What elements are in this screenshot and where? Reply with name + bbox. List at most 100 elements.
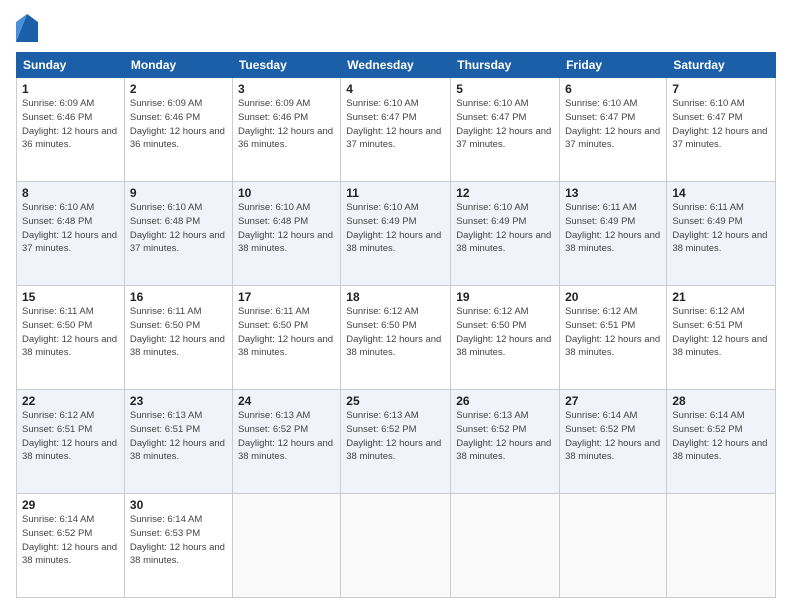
- day-info: Sunrise: 6:12 AMSunset: 6:51 PMDaylight:…: [565, 305, 661, 360]
- header-wednesday: Wednesday: [341, 53, 451, 78]
- day-cell: [232, 494, 340, 598]
- header-sunday: Sunday: [17, 53, 125, 78]
- day-cell: 6Sunrise: 6:10 AMSunset: 6:47 PMDaylight…: [560, 78, 667, 182]
- day-info: Sunrise: 6:14 AMSunset: 6:53 PMDaylight:…: [130, 513, 227, 568]
- day-cell: 29Sunrise: 6:14 AMSunset: 6:52 PMDayligh…: [17, 494, 125, 598]
- day-cell: [451, 494, 560, 598]
- day-number: 17: [238, 290, 335, 304]
- day-cell: 15Sunrise: 6:11 AMSunset: 6:50 PMDayligh…: [17, 286, 125, 390]
- day-info: Sunrise: 6:09 AMSunset: 6:46 PMDaylight:…: [130, 97, 227, 152]
- day-info: Sunrise: 6:11 AMSunset: 6:50 PMDaylight:…: [22, 305, 119, 360]
- day-cell: 8Sunrise: 6:10 AMSunset: 6:48 PMDaylight…: [17, 182, 125, 286]
- day-cell: [341, 494, 451, 598]
- day-info: Sunrise: 6:10 AMSunset: 6:47 PMDaylight:…: [565, 97, 661, 152]
- day-cell: 4Sunrise: 6:10 AMSunset: 6:47 PMDaylight…: [341, 78, 451, 182]
- day-cell: 24Sunrise: 6:13 AMSunset: 6:52 PMDayligh…: [232, 390, 340, 494]
- day-number: 21: [672, 290, 770, 304]
- week-row-4: 22Sunrise: 6:12 AMSunset: 6:51 PMDayligh…: [17, 390, 776, 494]
- day-number: 24: [238, 394, 335, 408]
- day-number: 7: [672, 82, 770, 96]
- day-number: 10: [238, 186, 335, 200]
- day-cell: 18Sunrise: 6:12 AMSunset: 6:50 PMDayligh…: [341, 286, 451, 390]
- day-cell: 3Sunrise: 6:09 AMSunset: 6:46 PMDaylight…: [232, 78, 340, 182]
- day-cell: 25Sunrise: 6:13 AMSunset: 6:52 PMDayligh…: [341, 390, 451, 494]
- day-cell: 9Sunrise: 6:10 AMSunset: 6:48 PMDaylight…: [124, 182, 232, 286]
- day-number: 16: [130, 290, 227, 304]
- header-tuesday: Tuesday: [232, 53, 340, 78]
- day-cell: 16Sunrise: 6:11 AMSunset: 6:50 PMDayligh…: [124, 286, 232, 390]
- day-info: Sunrise: 6:12 AMSunset: 6:50 PMDaylight:…: [456, 305, 554, 360]
- day-cell: 12Sunrise: 6:10 AMSunset: 6:49 PMDayligh…: [451, 182, 560, 286]
- day-info: Sunrise: 6:10 AMSunset: 6:49 PMDaylight:…: [346, 201, 445, 256]
- header: [16, 14, 776, 42]
- day-cell: [667, 494, 776, 598]
- day-number: 20: [565, 290, 661, 304]
- day-number: 6: [565, 82, 661, 96]
- day-number: 22: [22, 394, 119, 408]
- day-cell: 27Sunrise: 6:14 AMSunset: 6:52 PMDayligh…: [560, 390, 667, 494]
- day-info: Sunrise: 6:13 AMSunset: 6:52 PMDaylight:…: [346, 409, 445, 464]
- week-row-2: 8Sunrise: 6:10 AMSunset: 6:48 PMDaylight…: [17, 182, 776, 286]
- day-number: 2: [130, 82, 227, 96]
- day-info: Sunrise: 6:12 AMSunset: 6:50 PMDaylight:…: [346, 305, 445, 360]
- day-number: 9: [130, 186, 227, 200]
- day-info: Sunrise: 6:10 AMSunset: 6:48 PMDaylight:…: [238, 201, 335, 256]
- day-number: 5: [456, 82, 554, 96]
- day-info: Sunrise: 6:10 AMSunset: 6:47 PMDaylight:…: [456, 97, 554, 152]
- day-info: Sunrise: 6:09 AMSunset: 6:46 PMDaylight:…: [22, 97, 119, 152]
- day-cell: 28Sunrise: 6:14 AMSunset: 6:52 PMDayligh…: [667, 390, 776, 494]
- day-cell: 5Sunrise: 6:10 AMSunset: 6:47 PMDaylight…: [451, 78, 560, 182]
- day-number: 30: [130, 498, 227, 512]
- day-info: Sunrise: 6:10 AMSunset: 6:47 PMDaylight:…: [346, 97, 445, 152]
- header-monday: Monday: [124, 53, 232, 78]
- day-info: Sunrise: 6:14 AMSunset: 6:52 PMDaylight:…: [565, 409, 661, 464]
- day-info: Sunrise: 6:12 AMSunset: 6:51 PMDaylight:…: [22, 409, 119, 464]
- header-friday: Friday: [560, 53, 667, 78]
- day-info: Sunrise: 6:10 AMSunset: 6:48 PMDaylight:…: [22, 201, 119, 256]
- day-info: Sunrise: 6:13 AMSunset: 6:52 PMDaylight:…: [238, 409, 335, 464]
- week-row-1: 1Sunrise: 6:09 AMSunset: 6:46 PMDaylight…: [17, 78, 776, 182]
- day-info: Sunrise: 6:10 AMSunset: 6:47 PMDaylight:…: [672, 97, 770, 152]
- day-number: 19: [456, 290, 554, 304]
- day-cell: 30Sunrise: 6:14 AMSunset: 6:53 PMDayligh…: [124, 494, 232, 598]
- day-cell: [560, 494, 667, 598]
- day-info: Sunrise: 6:10 AMSunset: 6:48 PMDaylight:…: [130, 201, 227, 256]
- day-cell: 23Sunrise: 6:13 AMSunset: 6:51 PMDayligh…: [124, 390, 232, 494]
- day-number: 4: [346, 82, 445, 96]
- header-row: SundayMondayTuesdayWednesdayThursdayFrid…: [17, 53, 776, 78]
- week-row-5: 29Sunrise: 6:14 AMSunset: 6:52 PMDayligh…: [17, 494, 776, 598]
- day-cell: 19Sunrise: 6:12 AMSunset: 6:50 PMDayligh…: [451, 286, 560, 390]
- day-number: 23: [130, 394, 227, 408]
- day-cell: 13Sunrise: 6:11 AMSunset: 6:49 PMDayligh…: [560, 182, 667, 286]
- day-info: Sunrise: 6:13 AMSunset: 6:52 PMDaylight:…: [456, 409, 554, 464]
- day-number: 1: [22, 82, 119, 96]
- day-number: 8: [22, 186, 119, 200]
- header-thursday: Thursday: [451, 53, 560, 78]
- day-number: 18: [346, 290, 445, 304]
- day-info: Sunrise: 6:11 AMSunset: 6:49 PMDaylight:…: [672, 201, 770, 256]
- day-info: Sunrise: 6:13 AMSunset: 6:51 PMDaylight:…: [130, 409, 227, 464]
- logo: [16, 14, 42, 42]
- day-number: 28: [672, 394, 770, 408]
- day-info: Sunrise: 6:14 AMSunset: 6:52 PMDaylight:…: [672, 409, 770, 464]
- header-saturday: Saturday: [667, 53, 776, 78]
- day-cell: 22Sunrise: 6:12 AMSunset: 6:51 PMDayligh…: [17, 390, 125, 494]
- day-number: 25: [346, 394, 445, 408]
- day-cell: 2Sunrise: 6:09 AMSunset: 6:46 PMDaylight…: [124, 78, 232, 182]
- day-number: 13: [565, 186, 661, 200]
- day-cell: 10Sunrise: 6:10 AMSunset: 6:48 PMDayligh…: [232, 182, 340, 286]
- day-info: Sunrise: 6:11 AMSunset: 6:49 PMDaylight:…: [565, 201, 661, 256]
- day-number: 3: [238, 82, 335, 96]
- day-number: 11: [346, 186, 445, 200]
- day-info: Sunrise: 6:11 AMSunset: 6:50 PMDaylight:…: [130, 305, 227, 360]
- day-cell: 26Sunrise: 6:13 AMSunset: 6:52 PMDayligh…: [451, 390, 560, 494]
- day-number: 26: [456, 394, 554, 408]
- calendar-table: SundayMondayTuesdayWednesdayThursdayFrid…: [16, 52, 776, 598]
- day-number: 14: [672, 186, 770, 200]
- day-cell: 20Sunrise: 6:12 AMSunset: 6:51 PMDayligh…: [560, 286, 667, 390]
- day-number: 15: [22, 290, 119, 304]
- day-info: Sunrise: 6:09 AMSunset: 6:46 PMDaylight:…: [238, 97, 335, 152]
- day-cell: 14Sunrise: 6:11 AMSunset: 6:49 PMDayligh…: [667, 182, 776, 286]
- day-cell: 21Sunrise: 6:12 AMSunset: 6:51 PMDayligh…: [667, 286, 776, 390]
- logo-icon: [16, 14, 38, 42]
